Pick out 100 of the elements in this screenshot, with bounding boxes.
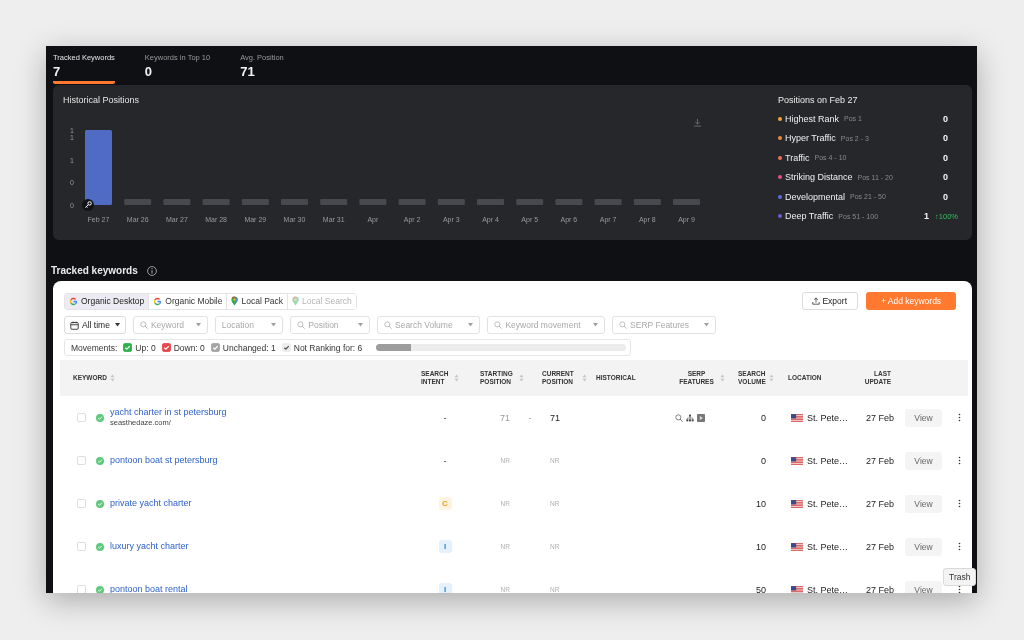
keyword-link[interactable]: private yacht charter [110, 498, 418, 509]
intent-tag: I [438, 583, 452, 593]
filter-dropdown[interactable]: Keyword movement [487, 316, 606, 334]
legend-label: Striking Distance [785, 172, 853, 183]
filter-dropdown[interactable]: Position [290, 316, 370, 334]
caret-icon [358, 323, 363, 327]
caret-icon [195, 323, 201, 327]
row-checkbox[interactable] [77, 499, 86, 508]
magnifier-icon [675, 413, 683, 422]
keyword-link[interactable]: pontoon boat rental [110, 584, 418, 593]
check-circle-icon [96, 542, 104, 551]
sort-icon[interactable] [581, 374, 587, 382]
intent-tag: I [438, 540, 452, 553]
checkbox-label[interactable]: Unchanged: 1 [222, 342, 276, 353]
legend-title: Positions on Feb 27 [778, 95, 859, 106]
filter-dropdown[interactable]: Location [214, 316, 284, 334]
flag-icon [791, 413, 803, 422]
date-text: 27 Feb [865, 455, 894, 466]
more-icon[interactable] [957, 542, 961, 551]
view-button[interactable]: View [905, 537, 942, 556]
check-circle-icon [96, 413, 104, 422]
filter-input[interactable]: SERP Features [630, 319, 695, 331]
caret-icon [703, 323, 709, 327]
legend-label: Traffic [785, 152, 810, 163]
sort-icon[interactable] [454, 374, 460, 382]
location-text: St. Pete… [807, 412, 849, 423]
row-checkbox[interactable] [77, 456, 86, 465]
checkbox-label[interactable]: Down: 0 [173, 342, 205, 353]
map-pin-icon [292, 296, 300, 306]
sort-icon[interactable] [109, 374, 115, 382]
empty-bar [281, 199, 308, 205]
sort-icon[interactable] [768, 374, 774, 382]
row-checkbox[interactable] [77, 542, 86, 551]
checkbox-label[interactable]: Not Ranking for: 6 [293, 342, 363, 353]
filter-input[interactable]: Location [221, 319, 263, 331]
volume-text: 10 [756, 541, 766, 552]
legend-label: Deep Traffic [785, 211, 834, 222]
legend-label: Hyper Traffic [785, 133, 836, 144]
filter-input[interactable]: Keyword movement [505, 319, 585, 331]
source-tab[interactable]: Organic Desktop [65, 293, 150, 309]
checkbox[interactable] [210, 343, 220, 352]
filter-dropdown[interactable]: SERP Features [612, 316, 716, 334]
location-text: St. Pete… [807, 455, 849, 466]
empty-bar [437, 199, 465, 205]
g-logo-icon [69, 296, 78, 306]
view-button[interactable]: View [905, 451, 942, 470]
more-icon[interactable] [957, 585, 961, 593]
date-text: 27 Feb [865, 584, 894, 593]
checkbox-label[interactable]: Up: 0 [135, 342, 156, 353]
view-button[interactable]: View [905, 408, 942, 427]
date-text: 27 Feb [865, 412, 894, 423]
tooltip: Trash [943, 568, 977, 586]
empty-bar [516, 199, 544, 205]
sort-icon[interactable] [719, 374, 725, 382]
date-range-dropdown[interactable]: All time [64, 316, 126, 334]
keyword-link[interactable]: yacht charter in st petersburg [110, 407, 418, 418]
keyword-link[interactable]: luxury yacht charter [110, 541, 418, 552]
caret-icon [271, 323, 277, 327]
section-title: Tracked keywords [51, 264, 138, 277]
chart-title: Historical Positions [63, 95, 141, 106]
position-text: 71 [500, 412, 510, 423]
empty-bar [594, 199, 622, 205]
flag-icon [791, 542, 803, 551]
filter-input[interactable]: Position [308, 319, 349, 331]
caret-icon [114, 323, 120, 327]
more-icon[interactable] [957, 456, 961, 465]
download-icon[interactable] [693, 118, 702, 127]
count-value: 0 [943, 113, 948, 124]
change-text: - [528, 412, 532, 423]
more-icon[interactable] [957, 413, 961, 422]
sort-icon[interactable] [518, 374, 524, 382]
check-circle-icon [96, 456, 104, 465]
movements-label: Movements: [71, 342, 118, 353]
count-value: 0 [943, 133, 948, 144]
export-button[interactable]: Export [802, 292, 858, 310]
more-icon[interactable] [957, 499, 961, 508]
row-checkbox[interactable] [77, 585, 86, 593]
filter-input[interactable]: Keyword [150, 319, 187, 331]
flag-icon [791, 456, 803, 465]
filter-input[interactable]: Search Volume [395, 319, 460, 331]
legend-label: Highest Rank [785, 113, 840, 124]
row-checkbox[interactable] [77, 413, 86, 422]
position-text: 71 [550, 412, 560, 423]
intent-tag: C [438, 497, 452, 510]
view-button[interactable]: View [905, 580, 942, 593]
location-text: St. Pete… [807, 584, 849, 593]
flag-icon [791, 499, 803, 508]
empty-bar [673, 199, 700, 205]
view-button[interactable]: View [905, 494, 942, 513]
map-pin-icon [231, 296, 239, 306]
search-icon [619, 321, 628, 329]
location-text: St. Pete… [807, 541, 849, 552]
checkbox[interactable] [123, 343, 133, 352]
checkbox[interactable] [161, 343, 171, 352]
filter-dropdown[interactable]: Search Volume [377, 316, 481, 334]
keyword-link[interactable]: pontoon boat st petersburg [110, 455, 418, 466]
intent-text: - [443, 412, 447, 423]
filter-dropdown[interactable]: Keyword [132, 316, 208, 334]
count-value: 1 [924, 211, 930, 222]
info-icon[interactable] [146, 265, 157, 276]
